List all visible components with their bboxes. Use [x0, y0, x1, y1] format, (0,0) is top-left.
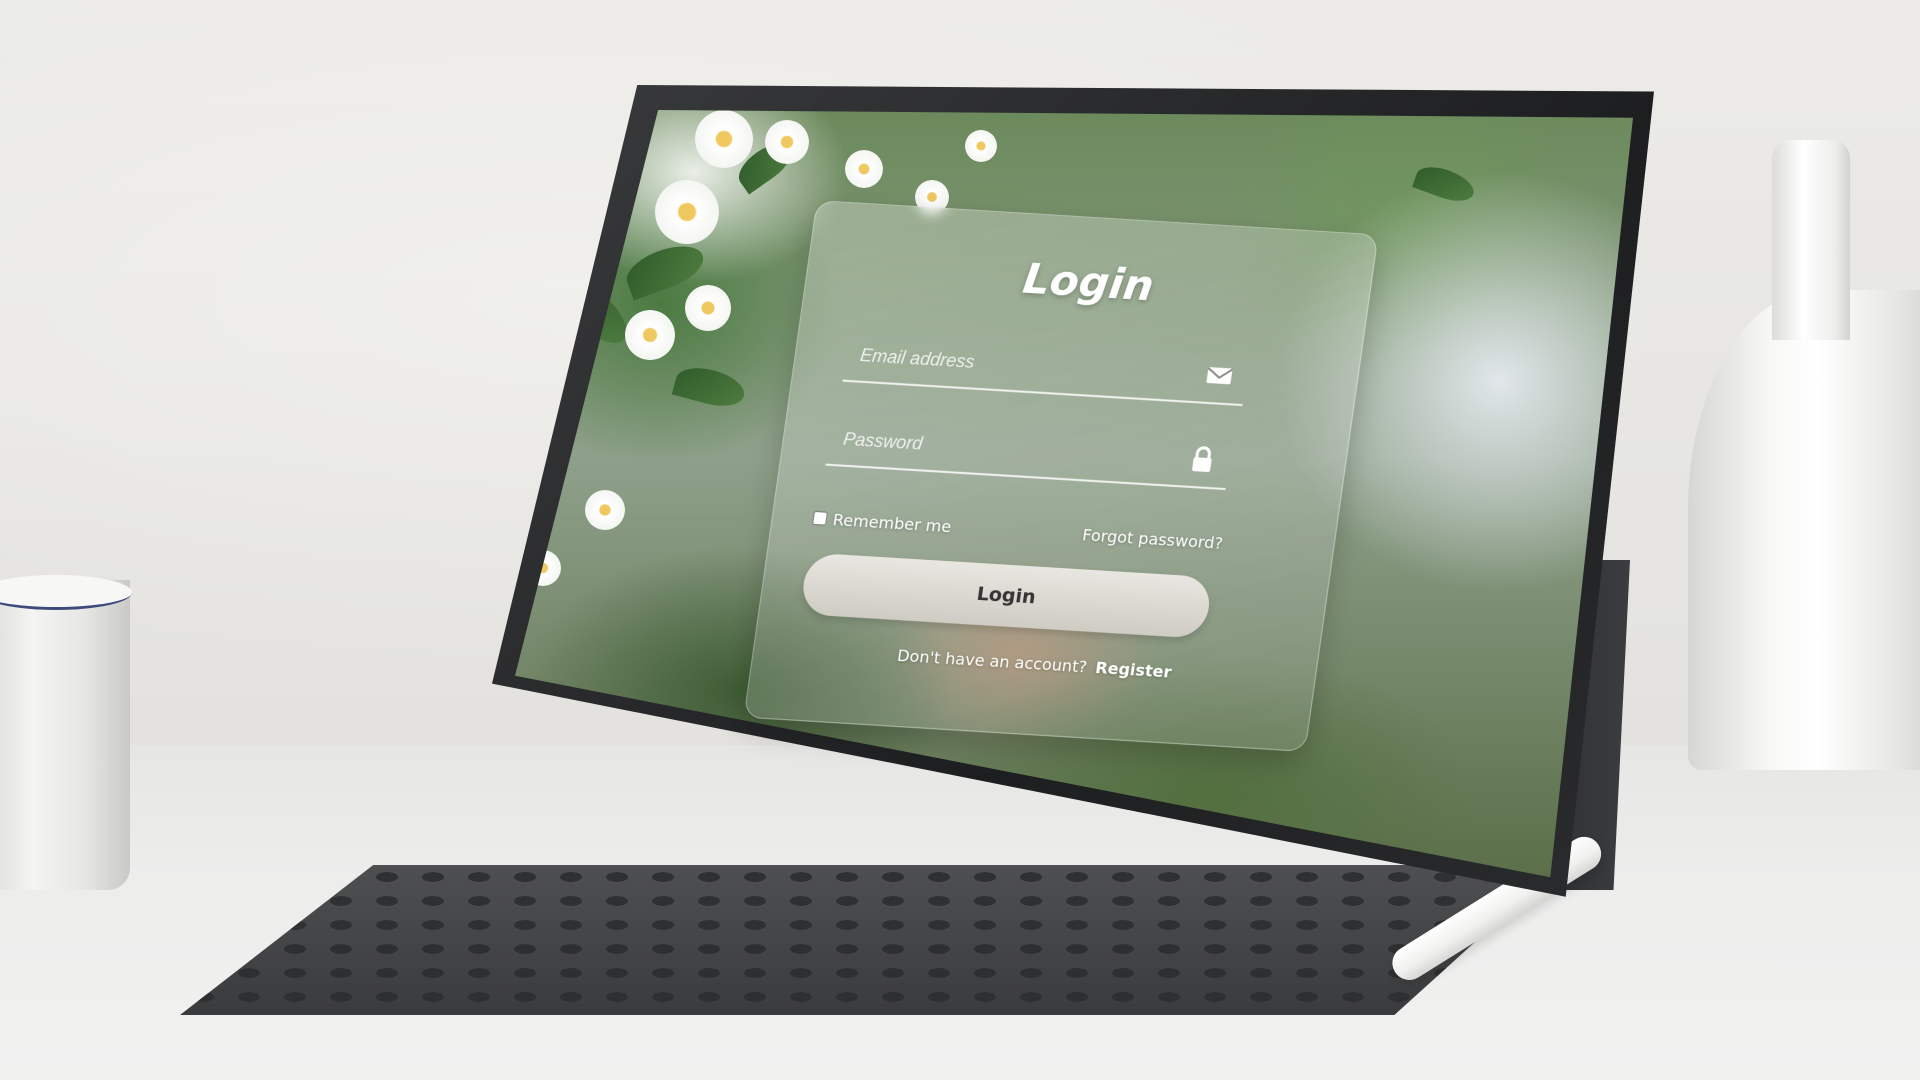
blossom — [965, 130, 997, 162]
remember-me-label: Remember me — [831, 509, 953, 536]
leaf — [1412, 160, 1478, 208]
blossom — [765, 120, 809, 164]
forgot-password-link[interactable]: Forgot password? — [1081, 525, 1224, 552]
blossom — [625, 310, 675, 360]
blossom — [845, 150, 883, 188]
login-options-row: Remember me Forgot password? — [811, 503, 1225, 558]
vase-neck — [1772, 140, 1850, 340]
leaf — [671, 361, 749, 413]
lock-icon — [1185, 444, 1219, 476]
photo-scene: Login Remember me — [0, 0, 1920, 1080]
keyboard — [180, 865, 1560, 1015]
remember-me[interactable]: Remember me — [811, 503, 954, 541]
blossom — [695, 110, 753, 168]
register-row: Don't have an account? Register — [753, 637, 1316, 691]
password-input[interactable] — [838, 420, 1178, 477]
register-prompt: Don't have an account? — [895, 646, 1089, 677]
vase — [1688, 290, 1920, 770]
blossom — [685, 285, 731, 331]
email-field[interactable] — [842, 328, 1250, 407]
keyboard-keys — [180, 865, 1560, 1015]
login-button[interactable]: Login — [799, 552, 1214, 639]
register-link[interactable]: Register — [1094, 658, 1173, 681]
password-field[interactable] — [825, 412, 1234, 491]
blossom — [655, 180, 719, 244]
blossom — [585, 490, 625, 530]
email-input[interactable] — [855, 336, 1195, 393]
login-card: Login Remember me — [743, 200, 1379, 752]
login-title: Login — [1020, 253, 1157, 311]
envelope-icon — [1202, 360, 1236, 392]
mug — [0, 580, 130, 890]
remember-me-checkbox[interactable] — [812, 510, 828, 526]
